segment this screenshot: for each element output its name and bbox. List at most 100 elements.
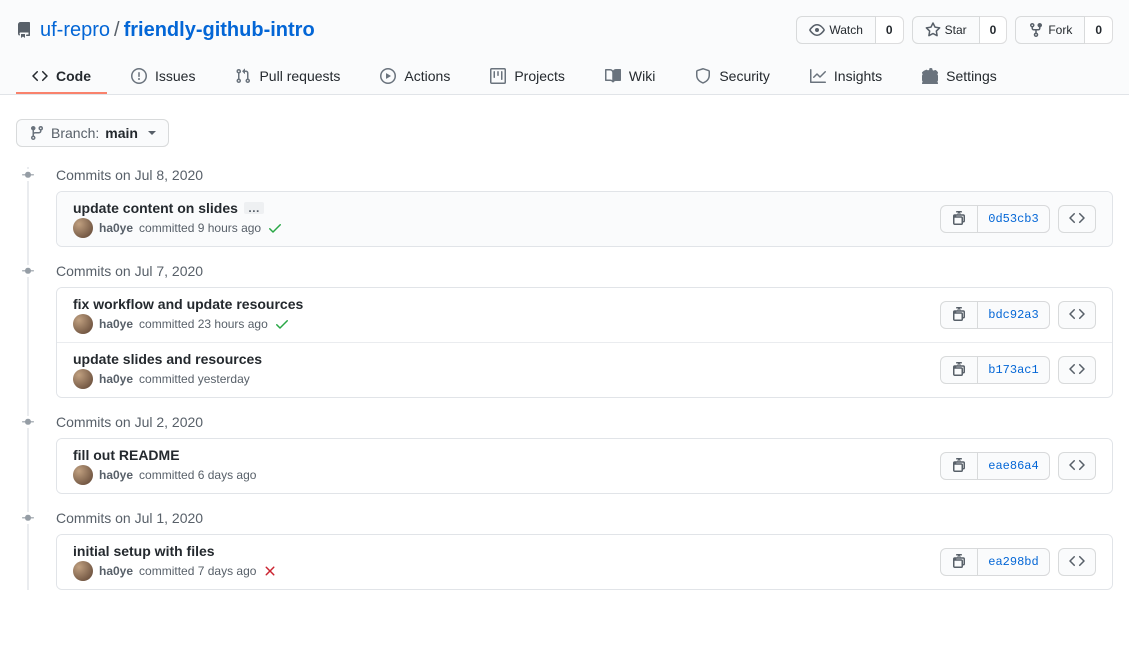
repo-title: uf-repro / friendly-github-intro (16, 19, 315, 42)
tab-code[interactable]: Code (16, 60, 107, 94)
star-icon (925, 22, 941, 38)
author-avatar[interactable] (73, 465, 93, 485)
author-link[interactable]: ha0ye (99, 468, 133, 482)
copy-sha-button[interactable] (940, 452, 978, 480)
tab-label: Pull requests (259, 68, 340, 84)
eye-icon (809, 22, 825, 38)
commit-sha-link[interactable]: b173ac1 (978, 356, 1050, 384)
commit-time: committed 23 hours ago (139, 317, 268, 331)
shield-icon (695, 68, 711, 84)
commit-group: Commits on Jul 2, 2020 fill out README ha0… (16, 414, 1113, 494)
author-avatar[interactable] (73, 314, 93, 334)
tab-label: Insights (834, 68, 882, 84)
clipboard-icon (951, 306, 967, 325)
commit-group: Commits on Jul 7, 2020fix workflow and u… (16, 263, 1113, 398)
expand-commit-message-button[interactable]: … (244, 202, 264, 214)
commit-sha-link[interactable]: 0d53cb3 (978, 205, 1050, 233)
copy-sha-button[interactable] (940, 301, 978, 329)
code-icon (32, 68, 48, 84)
clipboard-icon (951, 210, 967, 229)
repo-name-link[interactable]: friendly-github-intro (124, 19, 315, 42)
browse-repo-at-commit-button[interactable] (1058, 301, 1096, 329)
star-label: Star (945, 20, 967, 40)
copy-sha-button[interactable] (940, 356, 978, 384)
repo-owner-link[interactable]: uf-repro (40, 19, 110, 42)
commit-row: initial setup with files ha0ye committed 7… (57, 535, 1112, 589)
star-count[interactable]: 0 (980, 16, 1008, 44)
tab-wiki[interactable]: Wiki (589, 60, 671, 94)
copy-sha-button[interactable] (940, 205, 978, 233)
browse-repo-at-commit-button[interactable] (1058, 205, 1096, 233)
clipboard-icon (951, 457, 967, 476)
author-avatar[interactable] (73, 369, 93, 389)
author-link[interactable]: ha0ye (99, 317, 133, 331)
fork-count[interactable]: 0 (1085, 16, 1113, 44)
status-success-icon[interactable] (267, 220, 283, 236)
dropdown-caret-icon (148, 131, 156, 135)
commit-title-link[interactable]: initial setup with files (73, 543, 215, 559)
branch-select[interactable]: Branch: main (16, 119, 169, 147)
commit-sha-link[interactable]: ea298bd (978, 548, 1050, 576)
commit-row: update content on slides … ha0ye committed … (57, 192, 1112, 246)
tab-security[interactable]: Security (679, 60, 786, 94)
commit-list: fix workflow and update resources ha0ye co… (56, 287, 1113, 398)
tab-label: Projects (514, 68, 565, 84)
tab-projects[interactable]: Projects (474, 60, 581, 94)
author-avatar[interactable] (73, 218, 93, 238)
commit-dot-icon (22, 512, 34, 524)
commit-meta: ha0ye committed 9 hours ago (73, 218, 283, 238)
author-avatar[interactable] (73, 561, 93, 581)
watch-control: Watch 0 (796, 16, 903, 44)
graph-icon (810, 68, 826, 84)
browse-repo-at-commit-button[interactable] (1058, 356, 1096, 384)
fork-button[interactable]: Fork (1015, 16, 1085, 44)
commit-row: fix workflow and update resources ha0ye co… (57, 288, 1112, 342)
gear-icon (922, 68, 938, 84)
tab-issues[interactable]: Issues (115, 60, 211, 94)
author-link[interactable]: ha0ye (99, 564, 133, 578)
status-success-icon[interactable] (274, 316, 290, 332)
branch-prefix: Branch: (51, 125, 99, 141)
issue-icon (131, 68, 147, 84)
commit-title-link[interactable]: fill out README (73, 447, 180, 463)
book-icon (605, 68, 621, 84)
star-control: Star 0 (912, 16, 1008, 44)
tab-label: Settings (946, 68, 997, 84)
star-button[interactable]: Star (912, 16, 980, 44)
code-icon (1069, 306, 1085, 325)
watch-count[interactable]: 0 (876, 16, 904, 44)
tab-insights[interactable]: Insights (794, 60, 898, 94)
commit-group: Commits on Jul 8, 2020update content on … (16, 167, 1113, 247)
commit-sha-link[interactable]: bdc92a3 (978, 301, 1050, 329)
clipboard-icon (951, 553, 967, 572)
commit-row: fill out README ha0yecommitted 6 days ago… (57, 439, 1112, 493)
commit-group-title: Commits on Jul 2, 2020 (56, 414, 1113, 430)
commit-list: fill out README ha0yecommitted 6 days ago… (56, 438, 1113, 494)
fork-control: Fork 0 (1015, 16, 1113, 44)
author-link[interactable]: ha0ye (99, 221, 133, 235)
tab-pull-requests[interactable]: Pull requests (219, 60, 356, 94)
commit-time: committed 7 days ago (139, 564, 256, 578)
tab-actions[interactable]: Actions (364, 60, 466, 94)
code-icon (1069, 361, 1085, 380)
tab-settings[interactable]: Settings (906, 60, 1013, 94)
commit-time: committed 9 hours ago (139, 221, 261, 235)
watch-button[interactable]: Watch (796, 16, 876, 44)
commit-title-link[interactable]: update content on slides (73, 200, 238, 216)
status-failure-icon[interactable] (262, 563, 278, 579)
browse-repo-at-commit-button[interactable] (1058, 452, 1096, 480)
commit-dot-icon (22, 416, 34, 428)
copy-sha-button[interactable] (940, 548, 978, 576)
commit-sha-link[interactable]: eae86a4 (978, 452, 1050, 480)
commit-group-title: Commits on Jul 1, 2020 (56, 510, 1113, 526)
commit-timeline: Commits on Jul 8, 2020update content on … (16, 167, 1113, 590)
tab-label: Wiki (629, 68, 655, 84)
author-link[interactable]: ha0ye (99, 372, 133, 386)
commit-meta: ha0yecommitted 6 days ago (73, 465, 256, 485)
path-separator: / (114, 19, 120, 42)
commit-dot-icon (22, 169, 34, 181)
commit-title-link[interactable]: fix workflow and update resources (73, 296, 303, 312)
clipboard-icon (951, 361, 967, 380)
commit-title-link[interactable]: update slides and resources (73, 351, 262, 367)
browse-repo-at-commit-button[interactable] (1058, 548, 1096, 576)
